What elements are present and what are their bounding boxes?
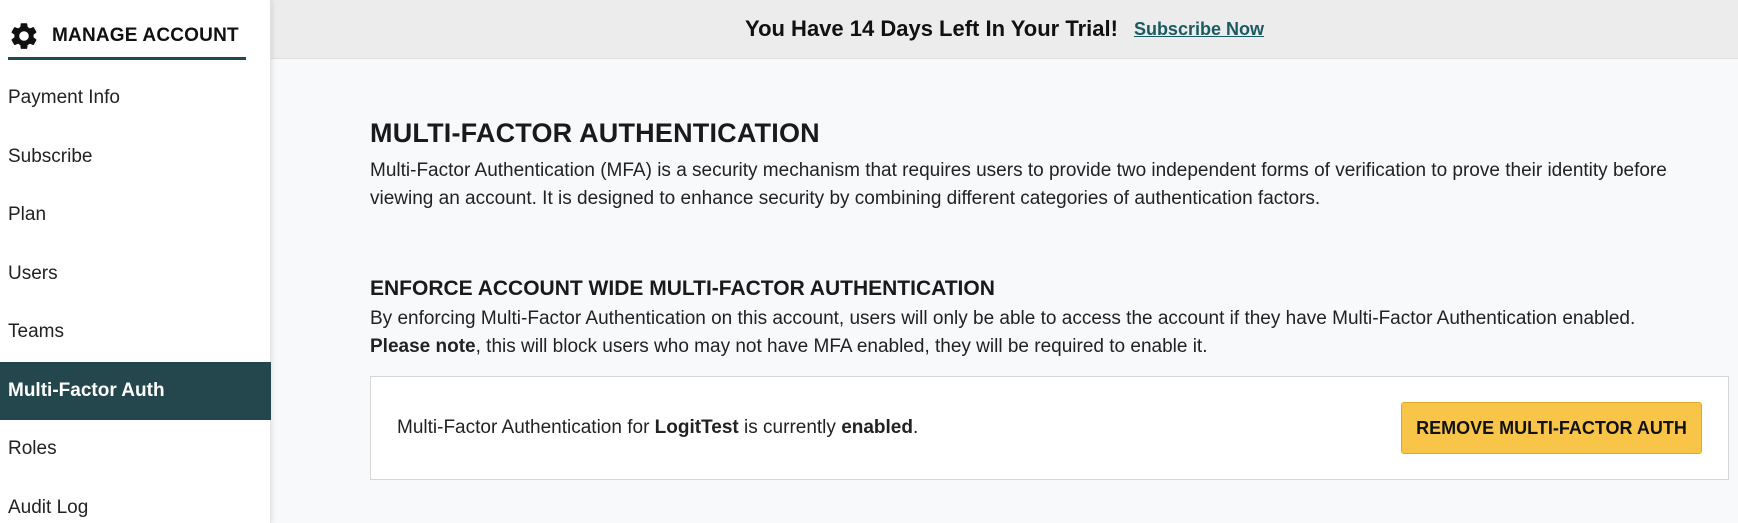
subscribe-now-link[interactable]: Subscribe Now	[1134, 19, 1264, 40]
mfa-status-text: Multi-Factor Authentication for LogitTes…	[397, 417, 918, 439]
status-middle: is currently	[738, 417, 842, 438]
status-state: enabled	[841, 417, 913, 438]
sidebar-item-roles[interactable]: Roles	[0, 420, 271, 479]
enforce-text: By enforcing Multi-Factor Authentication…	[370, 308, 1636, 329]
enforce-section-title: ENFORCE ACCOUNT WIDE MULTI-FACTOR AUTHEN…	[370, 277, 995, 300]
gear-icon	[11, 22, 37, 49]
sidebar-item-payment-info[interactable]: Payment Info	[0, 69, 271, 128]
sidebar-item-teams[interactable]: Teams	[0, 303, 271, 362]
page-title: MULTI-FACTOR AUTHENTICATION	[370, 118, 820, 148]
account-name: LogitTest	[654, 417, 739, 438]
trial-banner-text: You Have 14 Days Left In Your Trial!	[745, 16, 1118, 41]
mfa-description: Multi-Factor Authentication (MFA) is a s…	[370, 160, 1667, 209]
sidebar-item-users[interactable]: Users	[0, 245, 271, 304]
sidebar-item-audit-log[interactable]: Audit Log	[0, 479, 271, 523]
sidebar-item-subscribe[interactable]: Subscribe	[0, 128, 271, 187]
trial-banner: You Have 14 Days Left In Your Trial! Sub…	[271, 0, 1738, 59]
sidebar-header: MANAGE ACCOUNT	[8, 14, 246, 60]
status-prefix: Multi-Factor Authentication for	[397, 417, 655, 438]
sidebar: MANAGE ACCOUNT Payment Info Subscribe Pl…	[0, 0, 271, 523]
status-suffix: .	[913, 417, 919, 438]
note-text: , this will block users who may not have…	[475, 336, 1208, 357]
main-content: MULTI-FACTOR AUTHENTICATION Multi-Factor…	[370, 118, 1730, 361]
sidebar-title: MANAGE ACCOUNT	[52, 24, 239, 46]
remove-mfa-button[interactable]: REMOVE MULTI-FACTOR AUTH	[1401, 402, 1702, 454]
mfa-status-card: Multi-Factor Authentication for LogitTes…	[370, 376, 1729, 480]
sidebar-item-plan[interactable]: Plan	[0, 186, 271, 245]
sidebar-item-multi-factor-auth[interactable]: Multi-Factor Auth	[0, 361, 271, 420]
enforce-description: By enforcing Multi-Factor Authentication…	[370, 305, 1730, 361]
note-bold: Please note	[370, 336, 476, 357]
sidebar-nav: Payment Info Subscribe Plan Users Teams …	[0, 69, 271, 523]
